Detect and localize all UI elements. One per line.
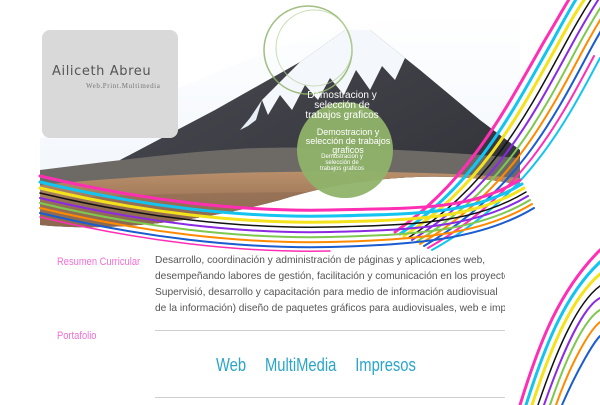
resume-line: de la información) diseño de paquetes gr… bbox=[155, 303, 505, 314]
divider bbox=[155, 330, 505, 331]
portfolio-nav: Web MultiMedia Impresos bbox=[216, 355, 431, 376]
nav-web-link[interactable]: Web bbox=[216, 355, 246, 375]
portafolio-label[interactable]: Portafolio bbox=[57, 330, 97, 342]
nav-impresos-link[interactable]: Impresos bbox=[355, 355, 416, 375]
badge-subtitle: Demostracion y selección de trabajos gra… bbox=[305, 127, 391, 155]
resume-text: Desarrollo, coordinación y administració… bbox=[155, 253, 505, 317]
stripes-far-right bbox=[518, 248, 600, 405]
resume-line: desempeñando labores de gestión, facilit… bbox=[155, 271, 505, 282]
brand-name: Ailiceth Abreu bbox=[52, 64, 152, 79]
divider bbox=[155, 397, 505, 398]
badge-caption: Demostracion y selección de trabajos gra… bbox=[319, 154, 365, 172]
badge-title[interactable]: Demostracion y selección de trabajos gra… bbox=[302, 91, 382, 121]
page: Ailiceth Abreu Web.Print.Multimedia Demo… bbox=[0, 0, 600, 405]
brand-tagline: Web.Print.Multimedia bbox=[86, 82, 161, 90]
nav-multimedia-link[interactable]: MultiMedia bbox=[265, 355, 336, 375]
resume-line: Supervisió, desarrollo y capacitación pa… bbox=[155, 287, 498, 298]
resume-line: Desarrollo, coordinación y administració… bbox=[155, 255, 486, 266]
resumen-curricular-label[interactable]: Resumen Curricular bbox=[57, 256, 140, 268]
